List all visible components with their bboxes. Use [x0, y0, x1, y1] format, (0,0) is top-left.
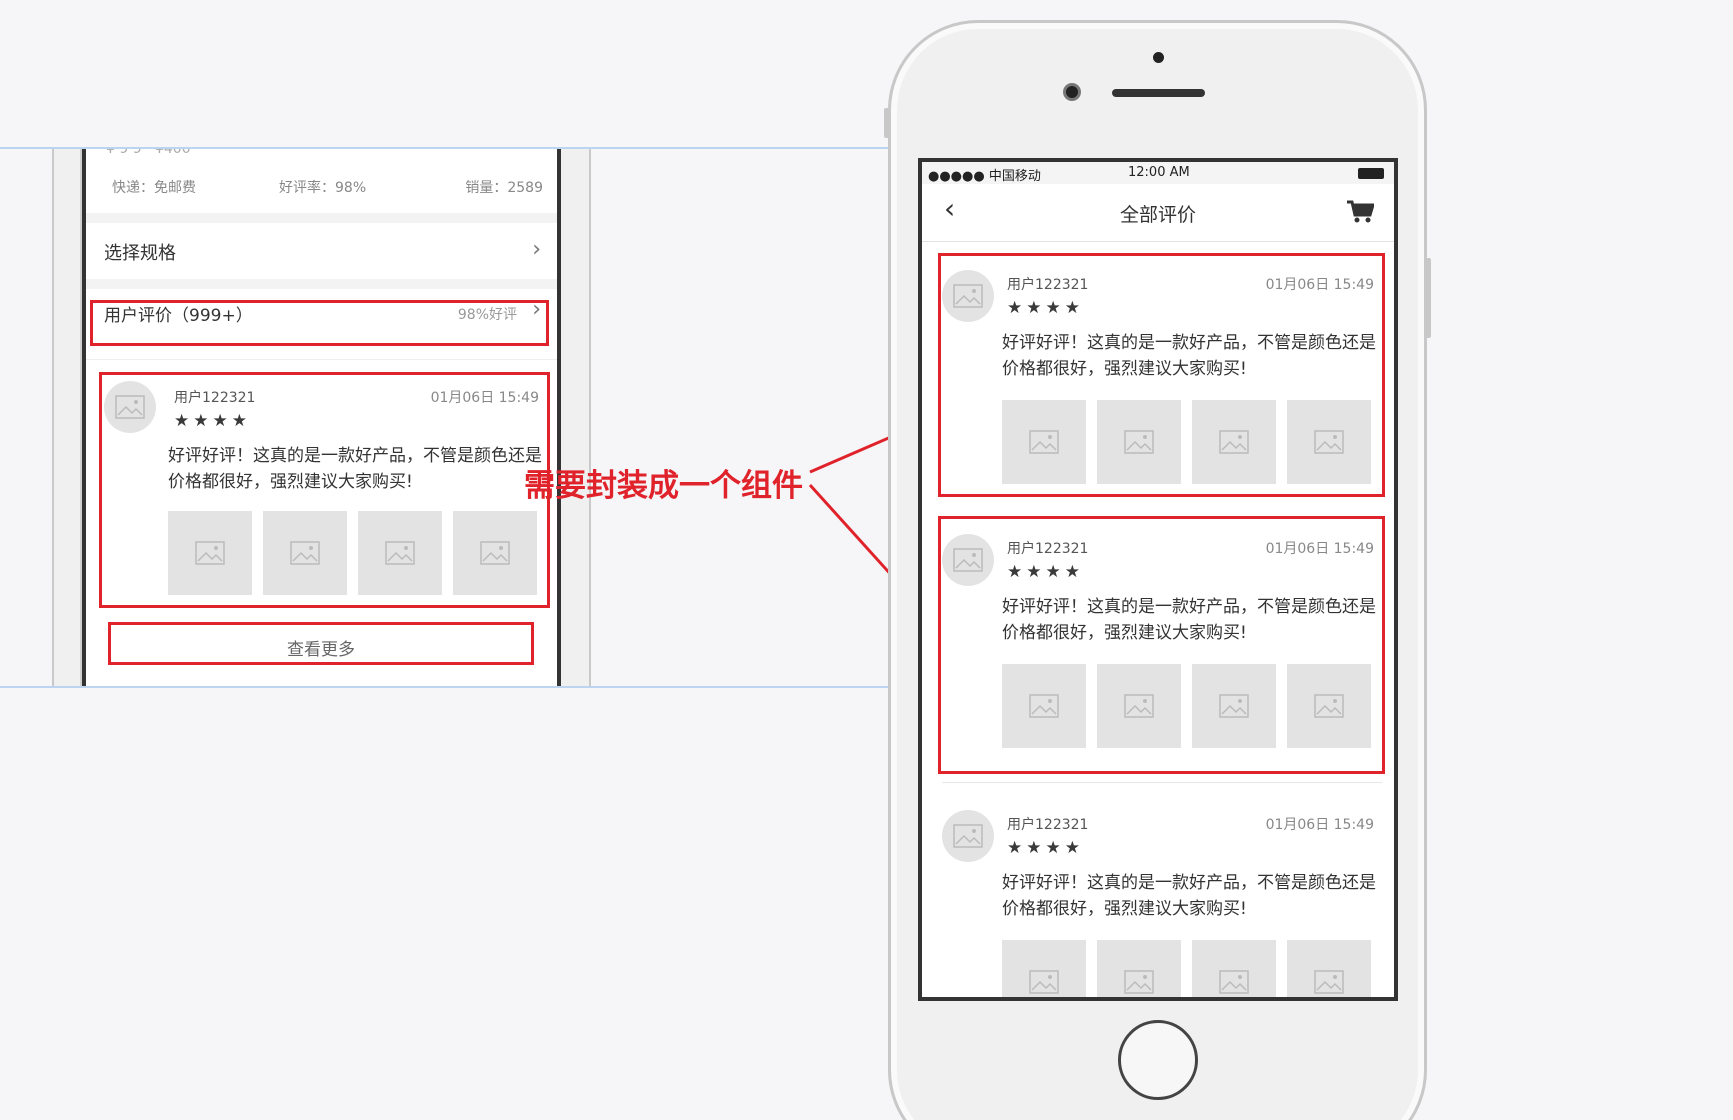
avatar — [942, 810, 994, 862]
review-time: 01月06日 15:49 — [1265, 817, 1374, 833]
review-image[interactable] — [1287, 940, 1371, 997]
review-stars: ★★★★ — [1007, 838, 1084, 858]
cart-icon[interactable] — [1346, 200, 1376, 224]
earpiece — [1112, 89, 1205, 97]
review-image[interactable] — [1192, 940, 1276, 997]
phone-side-button — [1425, 258, 1431, 338]
review-text: 好评好评！这真的是一款好产品，不管是颜色还是价格都很好，强烈建议大家购买! — [1002, 873, 1376, 919]
phone-side-button — [884, 108, 890, 138]
status-bar: ●●●●● 中国移动 12:00 AM — [922, 162, 1394, 184]
annotation-arrows — [808, 400, 971, 645]
carrier: ●●●●● 中国移动 — [928, 169, 1041, 184]
nav-title: 全部评价 — [1119, 204, 1196, 226]
review-image[interactable] — [1097, 940, 1181, 997]
front-camera — [1063, 83, 1081, 101]
review-image[interactable] — [1002, 940, 1086, 997]
battery-icon — [1358, 168, 1384, 179]
review-user: 用户122321 — [1007, 817, 1089, 833]
home-button[interactable] — [1118, 1020, 1198, 1100]
highlight-review-card-2 — [938, 516, 1385, 774]
nav-bar: ‹ 全部评价 — [922, 184, 1394, 242]
clock: 12:00 AM — [1128, 165, 1190, 180]
divider-line — [942, 782, 1382, 783]
highlight-review-card-1 — [938, 253, 1385, 497]
review-card: 用户122321 01月06日 15:49 ★★★★ 好评好评！这真的是一款好产… — [922, 788, 1394, 997]
speaker-dot — [1153, 52, 1164, 63]
